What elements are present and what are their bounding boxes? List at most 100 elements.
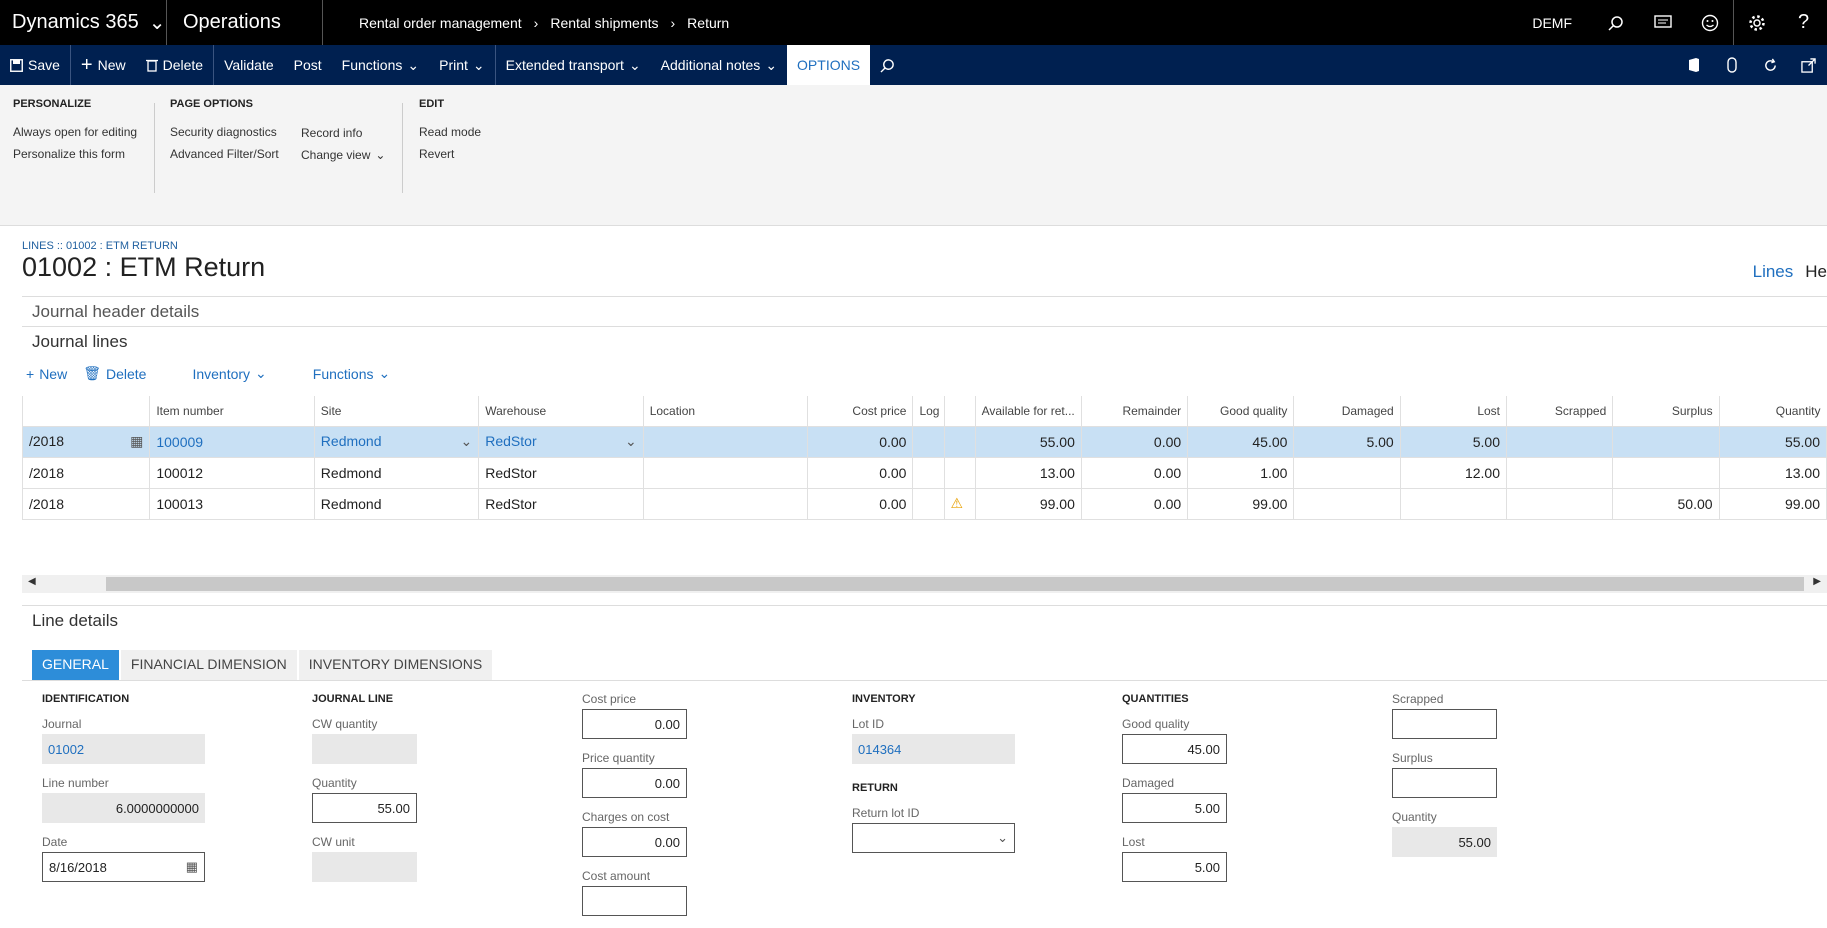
damaged-cell[interactable]: 5.00 — [1293, 425, 1401, 458]
extended-transport-menu[interactable]: Extended transport ⌄ — [494, 45, 651, 85]
item-number-cell[interactable]: 100013 — [149, 487, 315, 520]
column-header-date[interactable] — [21, 396, 150, 426]
lot-id-field[interactable]: 014364 — [852, 734, 1015, 764]
column-header-cost-price[interactable]: Cost price — [807, 396, 913, 426]
log-cell[interactable] — [912, 456, 945, 489]
column-header-warehouse[interactable]: Warehouse — [478, 396, 644, 426]
good-quality-cell[interactable]: 1.00 — [1187, 456, 1295, 489]
chevron-down-icon[interactable]: ⌄ — [997, 830, 1008, 846]
breadcrumb-item-return[interactable]: Return — [687, 15, 729, 31]
personalize-form-button[interactable]: Personalize this form — [13, 143, 137, 165]
change-view-menu[interactable]: Change view ⌄ — [301, 144, 385, 166]
damaged-cell[interactable] — [1293, 456, 1401, 489]
damaged-cell[interactable] — [1293, 487, 1401, 520]
site-cell[interactable]: Redmond ⌄ — [313, 425, 480, 458]
date-cell[interactable]: /2018 — [21, 456, 151, 489]
location-cell[interactable] — [642, 425, 809, 458]
scrapped-cell[interactable] — [1505, 456, 1614, 489]
lines-delete-button[interactable]: 🗑 Delete — [83, 365, 146, 382]
refresh-icon[interactable] — [1751, 45, 1789, 85]
column-header-quantity[interactable]: Quantity — [1718, 396, 1827, 426]
chevron-down-icon[interactable]: ⌄ — [625, 433, 637, 450]
date-field[interactable]: 8/16/2018 ▦ — [42, 852, 205, 882]
tab-financial-dimension[interactable]: FINANCIAL DIMENSION — [120, 650, 297, 680]
page-breadcrumb[interactable]: LINES :: 01002 : ETM RETURN — [22, 240, 178, 252]
print-menu[interactable]: Print ⌄ — [429, 45, 495, 85]
quantity-cell[interactable]: 13.00 — [1718, 456, 1827, 489]
site-cell[interactable]: Redmond — [313, 487, 480, 520]
good-quality-cell[interactable]: 99.00 — [1187, 487, 1295, 520]
breadcrumb-item-rental-order-management[interactable]: Rental order management — [359, 15, 522, 31]
product-switcher[interactable]: Dynamics 365 ⌄ — [0, 0, 167, 45]
validate-button[interactable]: Validate — [213, 45, 284, 85]
horizontal-scrollbar[interactable]: ◀ ▶ — [22, 575, 1827, 593]
log-cell[interactable] — [912, 425, 945, 458]
company-picker[interactable]: DEMF — [1532, 15, 1592, 31]
date-cell[interactable]: /2018 — [21, 487, 151, 520]
search-icon[interactable] — [1592, 0, 1639, 45]
warehouse-cell[interactable]: RedStor ⌄ — [478, 425, 644, 458]
surplus-field[interactable] — [1392, 768, 1497, 798]
price-quantity-field[interactable]: 0.00 — [582, 768, 687, 798]
additional-notes-menu[interactable]: Additional notes ⌄ — [651, 45, 787, 85]
column-header-damaged[interactable]: Damaged — [1293, 396, 1401, 426]
smiley-icon[interactable] — [1686, 0, 1733, 45]
line-details-section[interactable]: Line details — [22, 605, 1827, 635]
view-lines-link[interactable]: Lines — [1753, 262, 1794, 282]
surplus-cell[interactable]: 50.00 — [1612, 487, 1720, 520]
good-quality-cell[interactable]: 45.00 — [1187, 425, 1295, 458]
gear-icon[interactable] — [1733, 0, 1780, 45]
calendar-icon[interactable]: ▦ — [130, 433, 143, 450]
always-open-for-editing-button[interactable]: Always open for editing — [13, 121, 137, 143]
table-row[interactable]: /2018 100012 Redmond RedStor 0.00 13.00 … — [21, 456, 1827, 489]
warehouse-cell[interactable]: RedStor — [478, 487, 644, 520]
damaged-field[interactable]: 5.00 — [1122, 793, 1227, 823]
table-row[interactable]: /2018 ▦ 100009 Redmond ⌄ RedStor ⌄ 0.00 55.… — [21, 425, 1827, 458]
item-number-cell[interactable]: 100012 — [149, 456, 315, 489]
record-info-button[interactable]: Record info — [301, 122, 385, 144]
tab-inventory-dimensions[interactable]: INVENTORY DIMENSIONS — [298, 650, 493, 680]
open-new-window-icon[interactable] — [1789, 45, 1827, 85]
breadcrumb-item-rental-shipments[interactable]: Rental shipments — [550, 15, 658, 31]
revert-button[interactable]: Revert — [419, 143, 481, 165]
column-header-remainder[interactable]: Remainder — [1080, 396, 1188, 426]
scroll-right-icon[interactable]: ▶ — [1813, 576, 1821, 587]
surplus-cell[interactable] — [1612, 456, 1720, 489]
lost-cell[interactable] — [1399, 487, 1508, 520]
cost-price-cell[interactable]: 0.00 — [807, 487, 914, 520]
date-cell[interactable]: /2018 ▦ — [21, 425, 151, 458]
charges-on-cost-field[interactable]: 0.00 — [582, 827, 687, 857]
lost-cell[interactable]: 5.00 — [1399, 425, 1508, 458]
delete-button[interactable]: Delete — [136, 45, 213, 85]
remainder-cell[interactable]: 0.00 — [1080, 425, 1189, 458]
journal-header-details-section[interactable]: Journal header details — [22, 296, 1827, 326]
advanced-filter-sort-button[interactable]: Advanced Filter/Sort — [170, 143, 279, 165]
scrapped-cell[interactable] — [1505, 487, 1614, 520]
tab-options[interactable]: OPTIONS — [787, 45, 871, 85]
surplus-cell[interactable] — [1612, 425, 1720, 458]
journal-lines-section[interactable]: Journal lines — [22, 326, 1827, 356]
security-diagnostics-button[interactable]: Security diagnostics — [170, 121, 279, 143]
table-row[interactable]: /2018 100013 Redmond RedStor 0.00 ⚠ 99.0… — [21, 487, 1827, 520]
app-name[interactable]: Operations — [167, 0, 323, 45]
attachment-icon[interactable] — [1713, 45, 1751, 85]
cost-amount-field[interactable] — [582, 886, 687, 916]
lines-new-button[interactable]: + New — [26, 365, 67, 382]
quantity-field[interactable]: 55.00 — [312, 793, 417, 823]
return-lot-id-select[interactable]: ⌄ — [852, 823, 1015, 853]
scroll-left-icon[interactable]: ◀ — [28, 576, 36, 587]
available-cell[interactable]: 55.00 — [974, 425, 1082, 458]
available-cell[interactable]: 99.00 — [974, 487, 1082, 520]
read-mode-button[interactable]: Read mode — [419, 121, 481, 143]
log-cell[interactable] — [912, 487, 945, 520]
remainder-cell[interactable]: 0.00 — [1080, 456, 1189, 489]
remainder-cell[interactable]: 0.00 — [1080, 487, 1189, 520]
chevron-down-icon[interactable]: ⌄ — [461, 433, 473, 450]
lines-functions-menu[interactable]: Functions ⌄ — [313, 365, 390, 382]
column-header-site[interactable]: Site — [313, 396, 479, 426]
column-header-location[interactable]: Location — [642, 396, 808, 426]
scrapped-cell[interactable] — [1505, 425, 1614, 458]
message-icon[interactable] — [1639, 0, 1686, 45]
view-header-link[interactable]: He — [1805, 262, 1827, 282]
column-header-log[interactable]: Log — [912, 396, 945, 426]
